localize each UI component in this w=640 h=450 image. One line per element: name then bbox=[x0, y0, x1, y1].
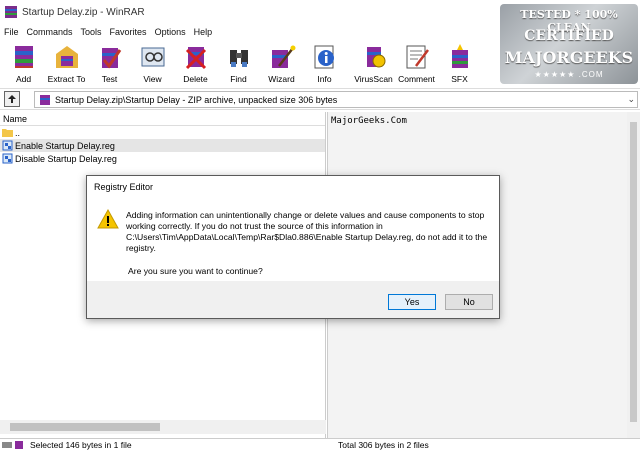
wizard-button[interactable]: Wizard bbox=[260, 40, 303, 86]
preview-text: MajorGeeks.Com bbox=[331, 116, 407, 126]
reg-file-icon bbox=[2, 153, 13, 164]
add-archive-icon bbox=[14, 46, 33, 68]
sfx-button[interactable]: SFX bbox=[438, 40, 481, 86]
chevron-down-icon[interactable]: ⌄ bbox=[627, 94, 635, 105]
test-button[interactable]: Test bbox=[88, 40, 131, 86]
address-text: Startup Delay.zip\Startup Delay - ZIP ar… bbox=[55, 94, 338, 105]
add-button[interactable]: Add bbox=[2, 40, 45, 86]
folder-icon bbox=[2, 129, 13, 137]
badge-com-text: ★★★★★ .COM bbox=[534, 70, 604, 79]
list-item-enable-startup-delay[interactable]: Enable Startup Delay.reg bbox=[0, 139, 325, 152]
no-button[interactable]: No bbox=[445, 294, 493, 310]
wizard-icon bbox=[271, 45, 295, 68]
zip-archive-icon bbox=[40, 94, 50, 105]
extract-to-button[interactable]: Extract To bbox=[45, 40, 88, 86]
virusscan-button[interactable]: VirusScan bbox=[352, 40, 395, 86]
badge-majorgeeks-text: MAJORGEEKS bbox=[504, 48, 634, 67]
majorgeeks-badge: TESTED * 100% CLEAN CERTIFIED MAJORGEEKS… bbox=[500, 4, 638, 84]
reg-file-icon bbox=[2, 140, 13, 151]
warning-icon bbox=[97, 209, 119, 229]
info-button[interactable]: Info bbox=[303, 40, 346, 86]
winrar-app-icon bbox=[5, 6, 17, 18]
delete-icon bbox=[185, 47, 206, 70]
virusscan-icon bbox=[366, 47, 385, 68]
delete-button[interactable]: Delete bbox=[174, 40, 217, 86]
find-button[interactable]: Find bbox=[217, 40, 260, 86]
dialog-body: Adding information can unintentionally c… bbox=[87, 198, 499, 281]
find-icon bbox=[229, 50, 248, 67]
drive-icon bbox=[2, 442, 12, 448]
menu-file[interactable]: File bbox=[0, 27, 23, 37]
dialog-question: Are you sure you want to continue? bbox=[128, 266, 263, 276]
column-header-name[interactable]: Name bbox=[0, 112, 325, 126]
menu-options[interactable]: Options bbox=[151, 27, 190, 37]
status-bar: Selected 146 bytes in 1 file Total 306 b… bbox=[0, 438, 640, 450]
info-icon bbox=[314, 45, 334, 69]
status-total: Total 306 bytes in 2 files bbox=[338, 440, 429, 450]
up-folder-button[interactable] bbox=[4, 91, 20, 107]
archive-status-icon bbox=[15, 441, 23, 449]
view-button[interactable]: View bbox=[131, 40, 174, 86]
yes-button[interactable]: Yes bbox=[388, 294, 436, 310]
extract-icon bbox=[55, 46, 78, 68]
dialog-message: Adding information can unintentionally c… bbox=[126, 210, 488, 253]
horizontal-scroll-thumb[interactable] bbox=[10, 423, 160, 431]
dialog-title: Registry Editor bbox=[94, 182, 154, 192]
horizontal-scrollbar[interactable] bbox=[0, 420, 326, 434]
sfx-icon bbox=[451, 44, 468, 68]
list-item-parent-folder[interactable]: .. bbox=[0, 126, 325, 139]
comment-icon bbox=[406, 45, 429, 69]
vertical-scrollbar[interactable] bbox=[627, 112, 640, 438]
vertical-scroll-thumb[interactable] bbox=[630, 122, 637, 422]
status-selected: Selected 146 bytes in 1 file bbox=[30, 440, 132, 450]
menu-commands[interactable]: Commands bbox=[23, 27, 77, 37]
menu-favorites[interactable]: Favorites bbox=[106, 27, 151, 37]
comment-button[interactable]: Comment bbox=[395, 40, 438, 86]
window-title: Startup Delay.zip - WinRAR bbox=[22, 6, 145, 18]
up-arrow-icon bbox=[8, 95, 16, 103]
status-icons bbox=[2, 440, 28, 450]
dialog-footer: Yes No bbox=[87, 281, 499, 318]
view-icon bbox=[141, 47, 164, 67]
address-field[interactable]: Startup Delay.zip\Startup Delay - ZIP ar… bbox=[34, 91, 638, 108]
test-icon bbox=[101, 48, 121, 69]
address-bar: Startup Delay.zip\Startup Delay - ZIP ar… bbox=[0, 88, 640, 110]
registry-editor-dialog: Registry Editor Adding information can u… bbox=[86, 175, 500, 319]
menu-help[interactable]: Help bbox=[190, 27, 217, 37]
list-item-disable-startup-delay[interactable]: Disable Startup Delay.reg bbox=[0, 152, 325, 165]
menu-tools[interactable]: Tools bbox=[77, 27, 106, 37]
badge-certified-text: CERTIFIED bbox=[524, 28, 614, 44]
